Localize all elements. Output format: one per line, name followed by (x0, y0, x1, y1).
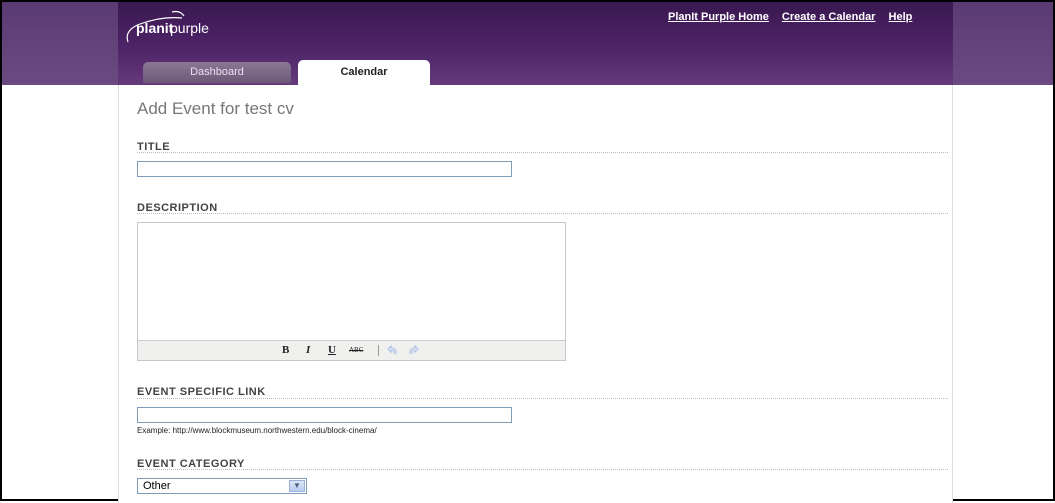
description-editor: B I U ABC (137, 222, 566, 361)
link-help[interactable]: Help (889, 11, 913, 23)
event-link-hint: Example: http://www.blockmuseum.northwes… (137, 426, 377, 435)
chevron-down-icon[interactable]: ▼ (289, 480, 305, 492)
description-divider (137, 213, 948, 214)
description-textarea[interactable] (138, 223, 565, 341)
toolbar-separator (378, 345, 379, 356)
underline-button[interactable]: U (328, 344, 336, 356)
event-category-divider (137, 469, 948, 470)
header-band-right (953, 2, 1053, 85)
link-planit-home[interactable]: PlanIt Purple Home (668, 11, 769, 23)
event-category-value: Other (143, 480, 171, 492)
event-link-divider (137, 398, 948, 399)
tab-dashboard[interactable]: Dashboard (143, 62, 291, 83)
redo-icon[interactable] (407, 344, 419, 356)
editor-toolbar: B I U ABC (138, 340, 565, 360)
link-create-calendar[interactable]: Create a Calendar (782, 11, 876, 23)
event-link-label: EVENT SPECIFIC LINK (137, 386, 266, 398)
undo-icon[interactable] (387, 344, 399, 356)
header-band-left (2, 2, 118, 85)
planit-purple-logo[interactable]: planit purple (122, 8, 212, 44)
tab-calendar[interactable]: Calendar (298, 60, 430, 85)
top-nav: PlanIt Purple Home Create a Calendar Hel… (668, 11, 912, 23)
page-title: Add Event for test cv (137, 99, 294, 118)
event-category-select[interactable]: Other ▼ (137, 478, 307, 494)
italic-button[interactable]: I (306, 344, 310, 356)
logo-text-planit: planit (136, 20, 174, 36)
bold-button[interactable]: B (282, 344, 289, 356)
title-divider (137, 152, 948, 153)
strikethrough-button[interactable]: ABC (349, 346, 363, 354)
logo-text-purple: purple (170, 20, 209, 36)
title-input[interactable] (137, 161, 512, 177)
event-link-input[interactable] (137, 407, 512, 423)
